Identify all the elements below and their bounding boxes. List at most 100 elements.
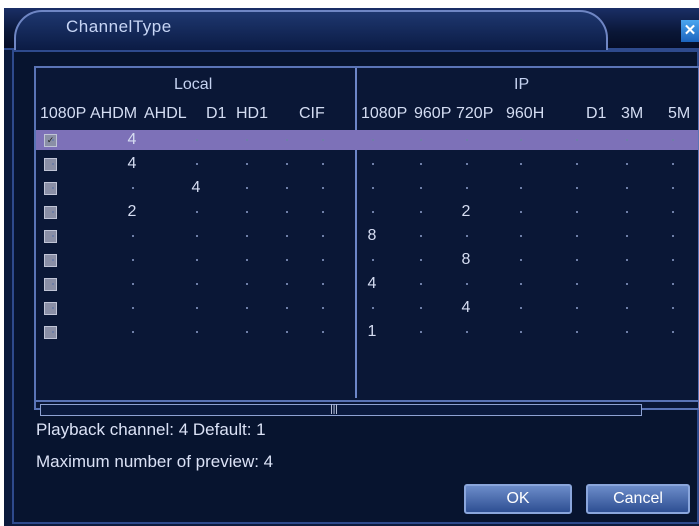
local-empty-dot [246,187,248,189]
local-empty-dot [286,259,288,261]
horizontal-scrollbar[interactable]: ||| [36,400,698,416]
ip-empty-dot [466,139,468,141]
local-empty-dot [196,259,198,261]
local-empty-dot [286,139,288,141]
ip-cell[interactable]: 4 [357,274,387,294]
max-preview-info: Maximum number of preview: 4 [36,452,274,471]
channel-checkbox[interactable] [44,302,57,315]
local-empty-dot [286,211,288,213]
local-empty-dot [132,331,134,333]
ip-empty-dot [576,139,578,141]
local-empty-dot [52,163,54,165]
local-cell[interactable]: 4 [117,130,147,150]
local-empty-dot [52,283,54,285]
ip-col-720p: 720P [456,105,494,122]
local-empty-dot [322,163,324,165]
ip-empty-dot [672,283,674,285]
ip-empty-dot [420,139,422,141]
ip-col-3m: 3M [621,105,644,122]
local-empty-dot [52,259,54,261]
ip-empty-dot [672,163,674,165]
local-empty-dot [246,331,248,333]
ip-cell[interactable]: 8 [357,226,387,246]
scroll-thumb[interactable]: ||| [329,405,339,415]
ip-col-d1: D1 [586,105,607,122]
ip-empty-dot [672,307,674,309]
local-empty-dot [196,211,198,213]
local-empty-dot [196,139,198,141]
channel-row[interactable]: 4 [36,298,698,318]
cancel-button[interactable]: Cancel [586,484,690,514]
ip-empty-dot [672,211,674,213]
channel-row[interactable]: ✓ 4 [36,130,698,150]
ip-section-title: IP [514,76,530,93]
channel-checkbox[interactable]: ✓ [44,134,57,147]
local-empty-dot [322,235,324,237]
local-empty-dot [196,307,198,309]
ip-empty-dot [576,307,578,309]
channel-row[interactable]: 4 [36,154,698,174]
ip-empty-dot [626,283,628,285]
channel-checkbox[interactable] [44,182,57,195]
local-empty-dot [322,283,324,285]
local-col-1080p: 1080P [40,105,87,122]
ip-cell[interactable]: 2 [451,202,481,222]
local-empty-dot [52,187,54,189]
channel-checkbox[interactable] [44,158,57,171]
channel-checkbox[interactable] [44,206,57,219]
local-empty-dot [246,235,248,237]
ip-empty-dot [420,211,422,213]
ip-empty-dot [420,331,422,333]
column-header-row: 1080P AHDM AHDL D1 HD1 CIF 1080P 960P 72… [36,102,698,126]
local-empty-dot [52,235,54,237]
ip-cell[interactable]: 4 [451,298,481,318]
ip-empty-dot [626,211,628,213]
ip-empty-dot [520,163,522,165]
ip-col-5m: 5M [668,105,691,122]
channel-row[interactable]: 4 [36,178,698,198]
window-title: ChannelType [66,17,172,36]
local-col-ahdl: AHDL [144,105,187,122]
local-cell[interactable]: 4 [117,154,147,174]
ip-empty-dot [372,259,374,261]
ok-button[interactable]: OK [464,484,572,514]
ip-empty-dot [576,211,578,213]
local-empty-dot [286,235,288,237]
channel-checkbox[interactable] [44,254,57,267]
scroll-track[interactable]: ||| [40,404,642,416]
local-empty-dot [132,187,134,189]
channel-row[interactable]: 4 [36,274,698,294]
local-col-cif: CIF [299,105,325,122]
channel-row[interactable]: 22 [36,202,698,222]
local-empty-dot [322,259,324,261]
ip-empty-dot [420,307,422,309]
local-empty-dot [52,211,54,213]
local-cell[interactable]: 4 [181,178,211,198]
ip-col-1080p: 1080P [361,105,408,122]
ip-empty-dot [520,139,522,141]
ip-cell[interactable]: 1 [357,322,387,342]
channel-checkbox[interactable] [44,326,57,339]
ip-empty-dot [466,187,468,189]
local-empty-dot [132,307,134,309]
ip-empty-dot [466,283,468,285]
channel-row[interactable]: 8 [36,226,698,246]
channel-row[interactable]: 8 [36,250,698,270]
ip-empty-dot [672,235,674,237]
channel-checkbox[interactable] [44,278,57,291]
ip-empty-dot [420,283,422,285]
ip-empty-dot [466,163,468,165]
local-empty-dot [246,139,248,141]
local-cell[interactable]: 2 [117,202,147,222]
local-empty-dot [196,235,198,237]
local-empty-dot [286,163,288,165]
close-icon[interactable]: ✕ [681,20,699,42]
local-empty-dot [322,211,324,213]
channel-checkbox[interactable] [44,230,57,243]
channel-row[interactable]: 1 [36,322,698,342]
local-empty-dot [322,307,324,309]
ip-empty-dot [372,211,374,213]
ip-cell[interactable]: 8 [451,250,481,270]
local-empty-dot [196,331,198,333]
ip-empty-dot [576,331,578,333]
